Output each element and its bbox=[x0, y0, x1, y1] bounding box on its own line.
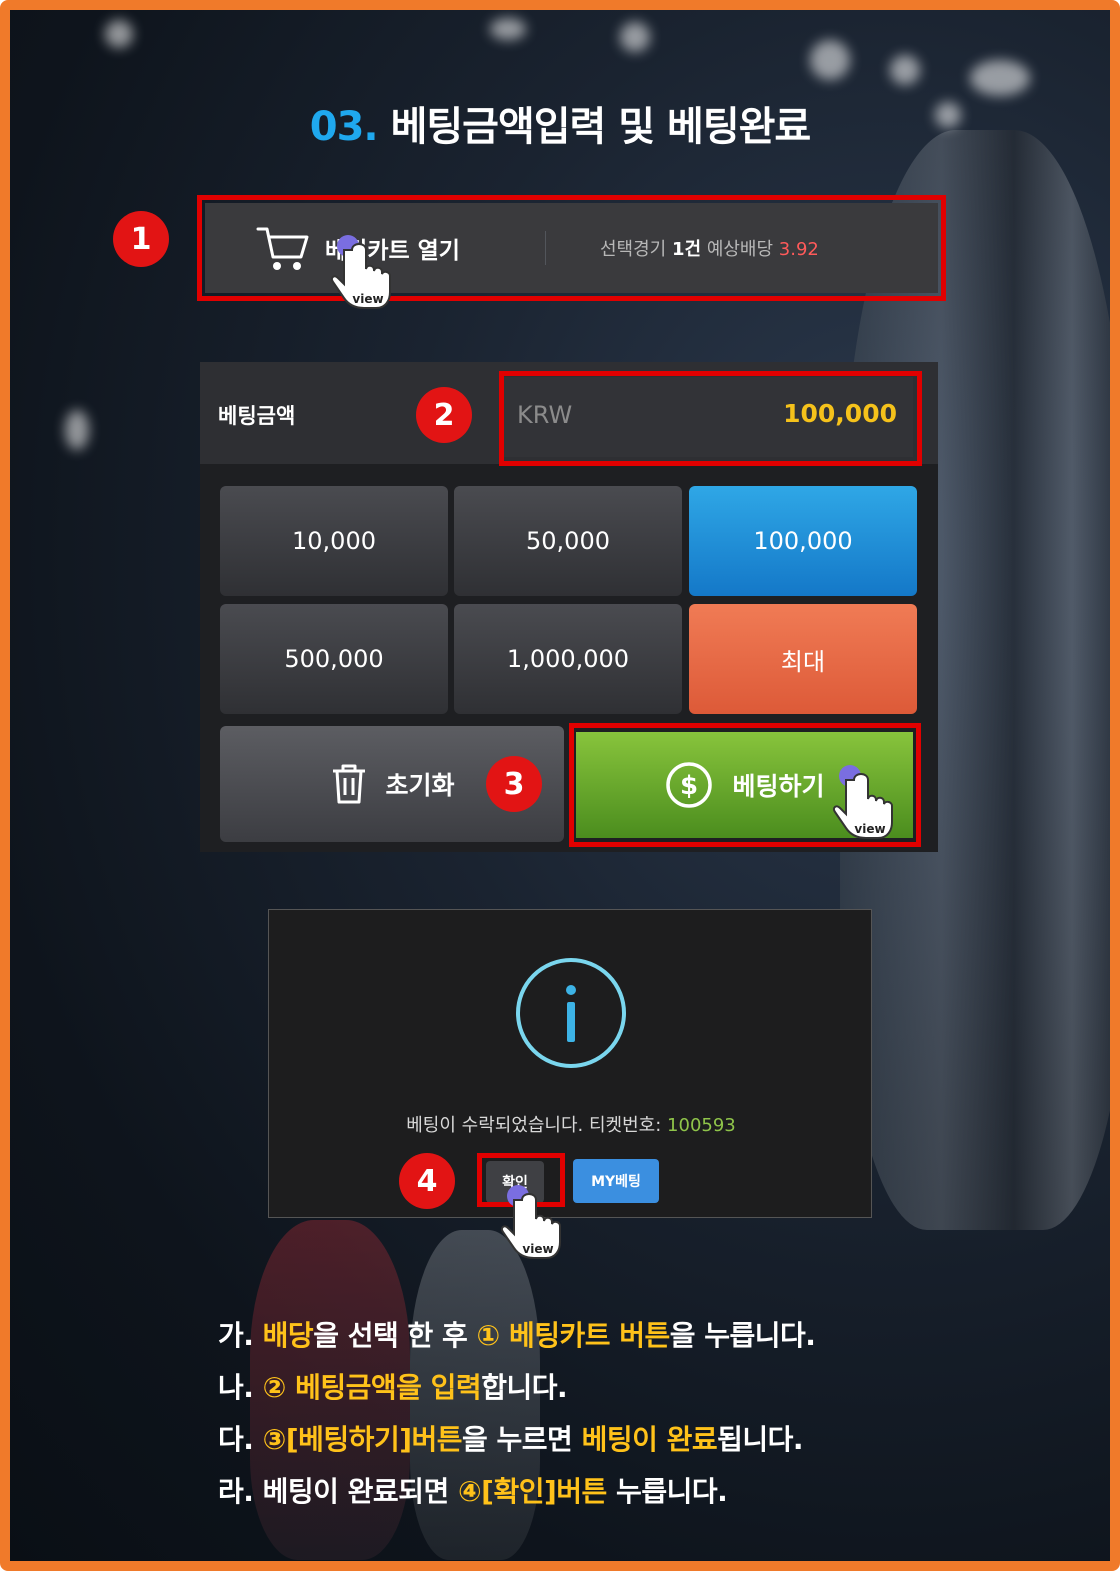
step-highlight: ④[확인]버튼 bbox=[457, 1475, 607, 1508]
step-prefix: 라. 베팅이 완료되면 bbox=[218, 1475, 458, 1508]
cursor-view-label: view bbox=[522, 1242, 553, 1256]
stadium-light bbox=[620, 22, 650, 52]
step-highlight: ① 베팅카트 버튼 bbox=[476, 1319, 670, 1352]
info-icon bbox=[516, 958, 626, 1068]
step-highlight: 배당 bbox=[262, 1319, 314, 1352]
step-badge-1: 1 bbox=[113, 211, 169, 267]
step-badge-4: 4 bbox=[399, 1153, 455, 1209]
step-prefix: 나. bbox=[218, 1371, 263, 1404]
step-highlight: 베팅이 완료 bbox=[581, 1423, 718, 1456]
page-title: 03. 베팅금액입력 및 베팅완료 bbox=[10, 94, 1110, 152]
instruction-step-4: 라. 베팅이 완료되면 ④[확인]버튼 누릅니다. bbox=[218, 1466, 815, 1518]
instruction-list: 가. 배당을 선택 한 후 ① 베팅카트 버튼을 누릅니다. 나. ② 베팅금액… bbox=[218, 1310, 816, 1518]
step-text: 을 누릅니다. bbox=[669, 1319, 816, 1352]
step-text: 합니다. bbox=[481, 1371, 568, 1404]
stadium-light bbox=[105, 20, 133, 48]
title-number: 03. bbox=[309, 104, 379, 150]
page-frame: 03. 베팅금액입력 및 베팅완료 1 베팅카트 열기 선택경기 1건 예상배당… bbox=[0, 0, 1120, 1571]
pointer-hand-icon: view bbox=[832, 765, 893, 839]
step-highlight: ③[베팅하기]버튼 bbox=[262, 1423, 463, 1456]
instruction-step-3: 다. ③[베팅하기]버튼을 누르면 베팅이 완료됩니다. bbox=[218, 1414, 815, 1466]
pointer-hand-icon: view bbox=[330, 235, 391, 309]
stadium-light bbox=[65, 410, 89, 450]
confirmation-dialog: 베팅이 수락되었습니다. 티켓번호: 100593 확인 MY베팅 bbox=[268, 909, 872, 1218]
instruction-step-2: 나. ② 베팅금액을 입력합니다. bbox=[218, 1362, 815, 1414]
title-text: 베팅금액입력 및 베팅완료 bbox=[390, 104, 812, 150]
highlight-box-2 bbox=[499, 371, 922, 466]
dialog-message-text: 베팅이 수락되었습니다. 티켓번호: bbox=[406, 1115, 662, 1136]
amount-chip-50000[interactable]: 50,000 bbox=[454, 486, 682, 596]
trash-icon bbox=[333, 764, 366, 804]
step-highlight: ② 베팅금액을 입력 bbox=[262, 1371, 482, 1404]
step-badge-3: 3 bbox=[486, 756, 542, 812]
amount-chip-10000[interactable]: 10,000 bbox=[220, 486, 448, 596]
step-text: 을 선택 한 후 bbox=[313, 1319, 477, 1352]
ticket-number: 100593 bbox=[667, 1115, 736, 1136]
bet-amount-label: 베팅금액 bbox=[218, 404, 296, 428]
my-bets-button[interactable]: MY베팅 bbox=[573, 1159, 659, 1203]
amount-chip-1000000[interactable]: 1,000,000 bbox=[454, 604, 682, 714]
stadium-light bbox=[970, 60, 1030, 96]
highlight-box-1 bbox=[197, 195, 946, 301]
stadium-light bbox=[810, 40, 850, 80]
step-text: 을 누르면 bbox=[462, 1423, 582, 1456]
stadium-light bbox=[490, 18, 526, 40]
cursor-view-label: view bbox=[352, 292, 383, 306]
dialog-message: 베팅이 수락되었습니다. 티켓번호: 100593 bbox=[269, 1111, 873, 1137]
amount-chip-500000[interactable]: 500,000 bbox=[220, 604, 448, 714]
pointer-hand-icon: view bbox=[500, 1185, 561, 1259]
step-prefix: 가. bbox=[218, 1319, 263, 1352]
cursor-view-label: view bbox=[854, 822, 885, 836]
step-text: 누릅니다. bbox=[606, 1475, 728, 1508]
step-text: 됩니다. bbox=[717, 1423, 804, 1456]
amount-chip-100000[interactable]: 100,000 bbox=[689, 486, 917, 596]
step-prefix: 다. bbox=[218, 1423, 263, 1456]
amount-chip-max[interactable]: 최대 bbox=[689, 604, 917, 714]
step-badge-2: 2 bbox=[416, 387, 472, 443]
stadium-light bbox=[890, 55, 920, 85]
instruction-step-1: 가. 배당을 선택 한 후 ① 베팅카트 버튼을 누릅니다. bbox=[218, 1310, 816, 1362]
reset-button-label: 초기화 bbox=[385, 771, 455, 800]
